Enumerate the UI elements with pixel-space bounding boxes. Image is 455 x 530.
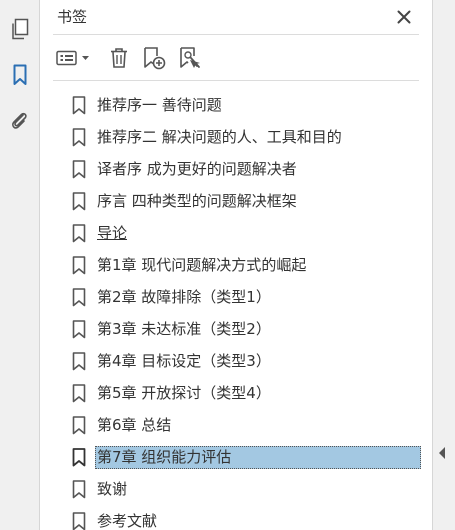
bookmark-item[interactable]: 第5章 开放探讨（类型4） — [41, 379, 432, 407]
bookmark-item[interactable]: 参考文献 — [41, 507, 432, 530]
bookmark-item[interactable]: 第3章 未达标准（类型2） — [41, 315, 432, 343]
bookmark-item-icon — [72, 448, 86, 467]
bookmark-label: 第4章 目标设定（类型3） — [97, 352, 271, 370]
options-menu-icon — [56, 50, 89, 66]
bookmark-item-icon — [72, 384, 86, 403]
bookmark-label: 第3章 未达标准（类型2） — [97, 320, 271, 338]
new-bookmark-button[interactable] — [141, 44, 167, 72]
panel-title: 书签 — [57, 8, 88, 26]
bookmark-item-icon — [72, 256, 86, 275]
navigation-rail — [0, 0, 40, 530]
bookmark-label: 第1章 现代问题解决方式的崛起 — [97, 256, 307, 274]
bookmark-item[interactable]: 推荐序一 善待问题 — [41, 91, 432, 119]
header-divider — [53, 34, 419, 35]
bookmark-label: 参考文献 — [97, 512, 158, 530]
bookmarks-window: 书签 推荐序一 善待问题 推荐序二 解决问题的人、工具和目的 译者序 成为更好的… — [0, 0, 455, 530]
bookmark-label: 推荐序二 解决问题的人、工具和目的 — [97, 128, 342, 146]
bookmark-item[interactable]: 第6章 总结 — [41, 411, 432, 439]
options-menu-button[interactable] — [55, 44, 93, 72]
bookmark-toolbar — [41, 38, 432, 78]
bookmark-label: 序言 四种类型的问题解决框架 — [97, 192, 297, 210]
panel-header: 书签 — [41, 0, 432, 34]
toolbar-divider — [53, 80, 419, 81]
bookmark-label: 导论 — [97, 224, 128, 242]
delete-icon — [111, 48, 127, 68]
bookmark-label: 第5章 开放探讨（类型4） — [97, 384, 271, 402]
bookmark-item-icon — [72, 224, 86, 243]
bookmarks-panel: 书签 推荐序一 善待问题 推荐序二 解决问题的人、工具和目的 译者序 成为更好的… — [41, 0, 432, 530]
bookmark-label: 第2章 故障排除（类型1） — [97, 288, 271, 306]
bookmark-item[interactable]: 译者序 成为更好的问题解决者 — [41, 155, 432, 183]
bookmark-label: 第7章 组织能力评估 — [95, 446, 421, 469]
bookmark-item-icon — [72, 288, 86, 307]
panel-splitter[interactable] — [432, 0, 455, 530]
find-bookmark-icon — [180, 47, 200, 68]
close-panel-button[interactable] — [393, 6, 415, 28]
bookmark-label: 译者序 成为更好的问题解决者 — [97, 160, 297, 178]
bookmark-item-icon — [72, 160, 86, 179]
bookmark-item[interactable]: 导论 — [41, 219, 432, 247]
bookmark-label: 第6章 总结 — [97, 416, 172, 434]
pages-icon[interactable] — [7, 16, 33, 42]
bookmark-item-icon — [72, 192, 86, 211]
bookmark-item-icon — [72, 96, 86, 115]
bookmark-label: 致谢 — [97, 480, 128, 498]
bookmark-item-selected[interactable]: 第7章 组织能力评估 — [41, 443, 432, 471]
bookmark-item[interactable]: 序言 四种类型的问题解决框架 — [41, 187, 432, 215]
bookmark-item-icon — [72, 480, 86, 499]
bookmark-item[interactable]: 第4章 目标设定（类型3） — [41, 347, 432, 375]
new-bookmark-icon — [144, 47, 166, 70]
attachment-icon[interactable] — [7, 108, 33, 134]
bookmark-item[interactable]: 第2章 故障排除（类型1） — [41, 283, 432, 311]
find-bookmark-button[interactable] — [177, 44, 203, 72]
bookmark-item[interactable]: 推荐序二 解决问题的人、工具和目的 — [41, 123, 432, 151]
close-icon — [397, 10, 411, 24]
delete-bookmark-button[interactable] — [108, 44, 130, 72]
bookmark-label: 推荐序一 善待问题 — [97, 96, 222, 114]
bookmark-item-icon — [72, 320, 86, 339]
bookmark-item-icon — [72, 416, 86, 435]
bookmark-icon[interactable] — [7, 62, 33, 88]
bookmark-item-icon — [72, 128, 86, 147]
bookmark-item[interactable]: 致谢 — [41, 475, 432, 503]
bookmark-item[interactable]: 第1章 现代问题解决方式的崛起 — [41, 251, 432, 279]
bookmark-item-icon — [72, 512, 86, 530]
collapse-arrow-icon[interactable] — [439, 447, 445, 459]
bookmark-item-icon — [72, 352, 86, 371]
